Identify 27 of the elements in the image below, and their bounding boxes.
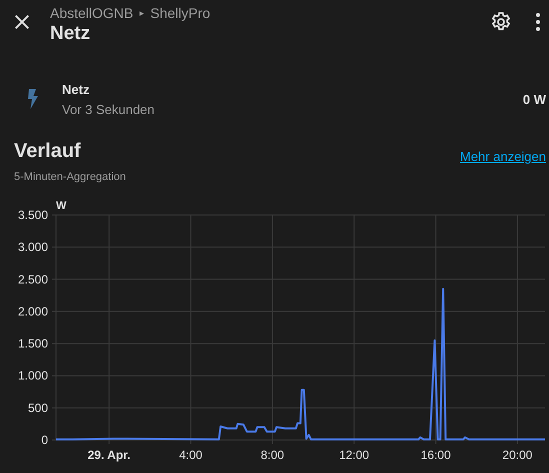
x-axis-label: 29. Apr. [88, 448, 131, 462]
y-axis-label: 3.500 [18, 208, 48, 222]
more-menu-icon[interactable] [535, 12, 541, 32]
section-subtitle: 5-Minuten-Aggregation [14, 171, 126, 183]
y-axis-label: 3.000 [18, 240, 48, 254]
x-axis-label: 4:00 [179, 448, 202, 462]
y-axis-label: 2.000 [18, 304, 48, 318]
y-axis-label: 1.000 [18, 368, 48, 383]
y-axis-label: 2.500 [18, 272, 48, 286]
last-changed-text: Vor 3 Sekunden [62, 102, 156, 116]
lightning-icon [27, 89, 39, 109]
x-axis-label: 16:00 [420, 448, 451, 462]
y-axis-unit: W [56, 200, 66, 212]
breadcrumb-item: ShellyPro [150, 5, 210, 21]
dialog-title: Netz [50, 23, 92, 45]
x-axis-label: 20:00 [502, 448, 532, 462]
more-link[interactable]: Mehr anzeigen [460, 149, 546, 164]
y-axis-label: 500 [28, 400, 48, 415]
breadcrumb-item: AbstellOGNB [50, 5, 134, 21]
y-axis-label: 0 [41, 433, 48, 447]
entity-state: 0 W [522, 92, 546, 106]
section-title: Verlauf [14, 140, 82, 163]
y-axis-label: 1.500 [18, 336, 48, 351]
x-axis-label: 8:00 [260, 448, 284, 462]
breadcrumb-separator: ▸ [139, 8, 144, 18]
x-axis-label: 12:00 [339, 448, 370, 462]
entity-name: Netz [62, 82, 90, 96]
